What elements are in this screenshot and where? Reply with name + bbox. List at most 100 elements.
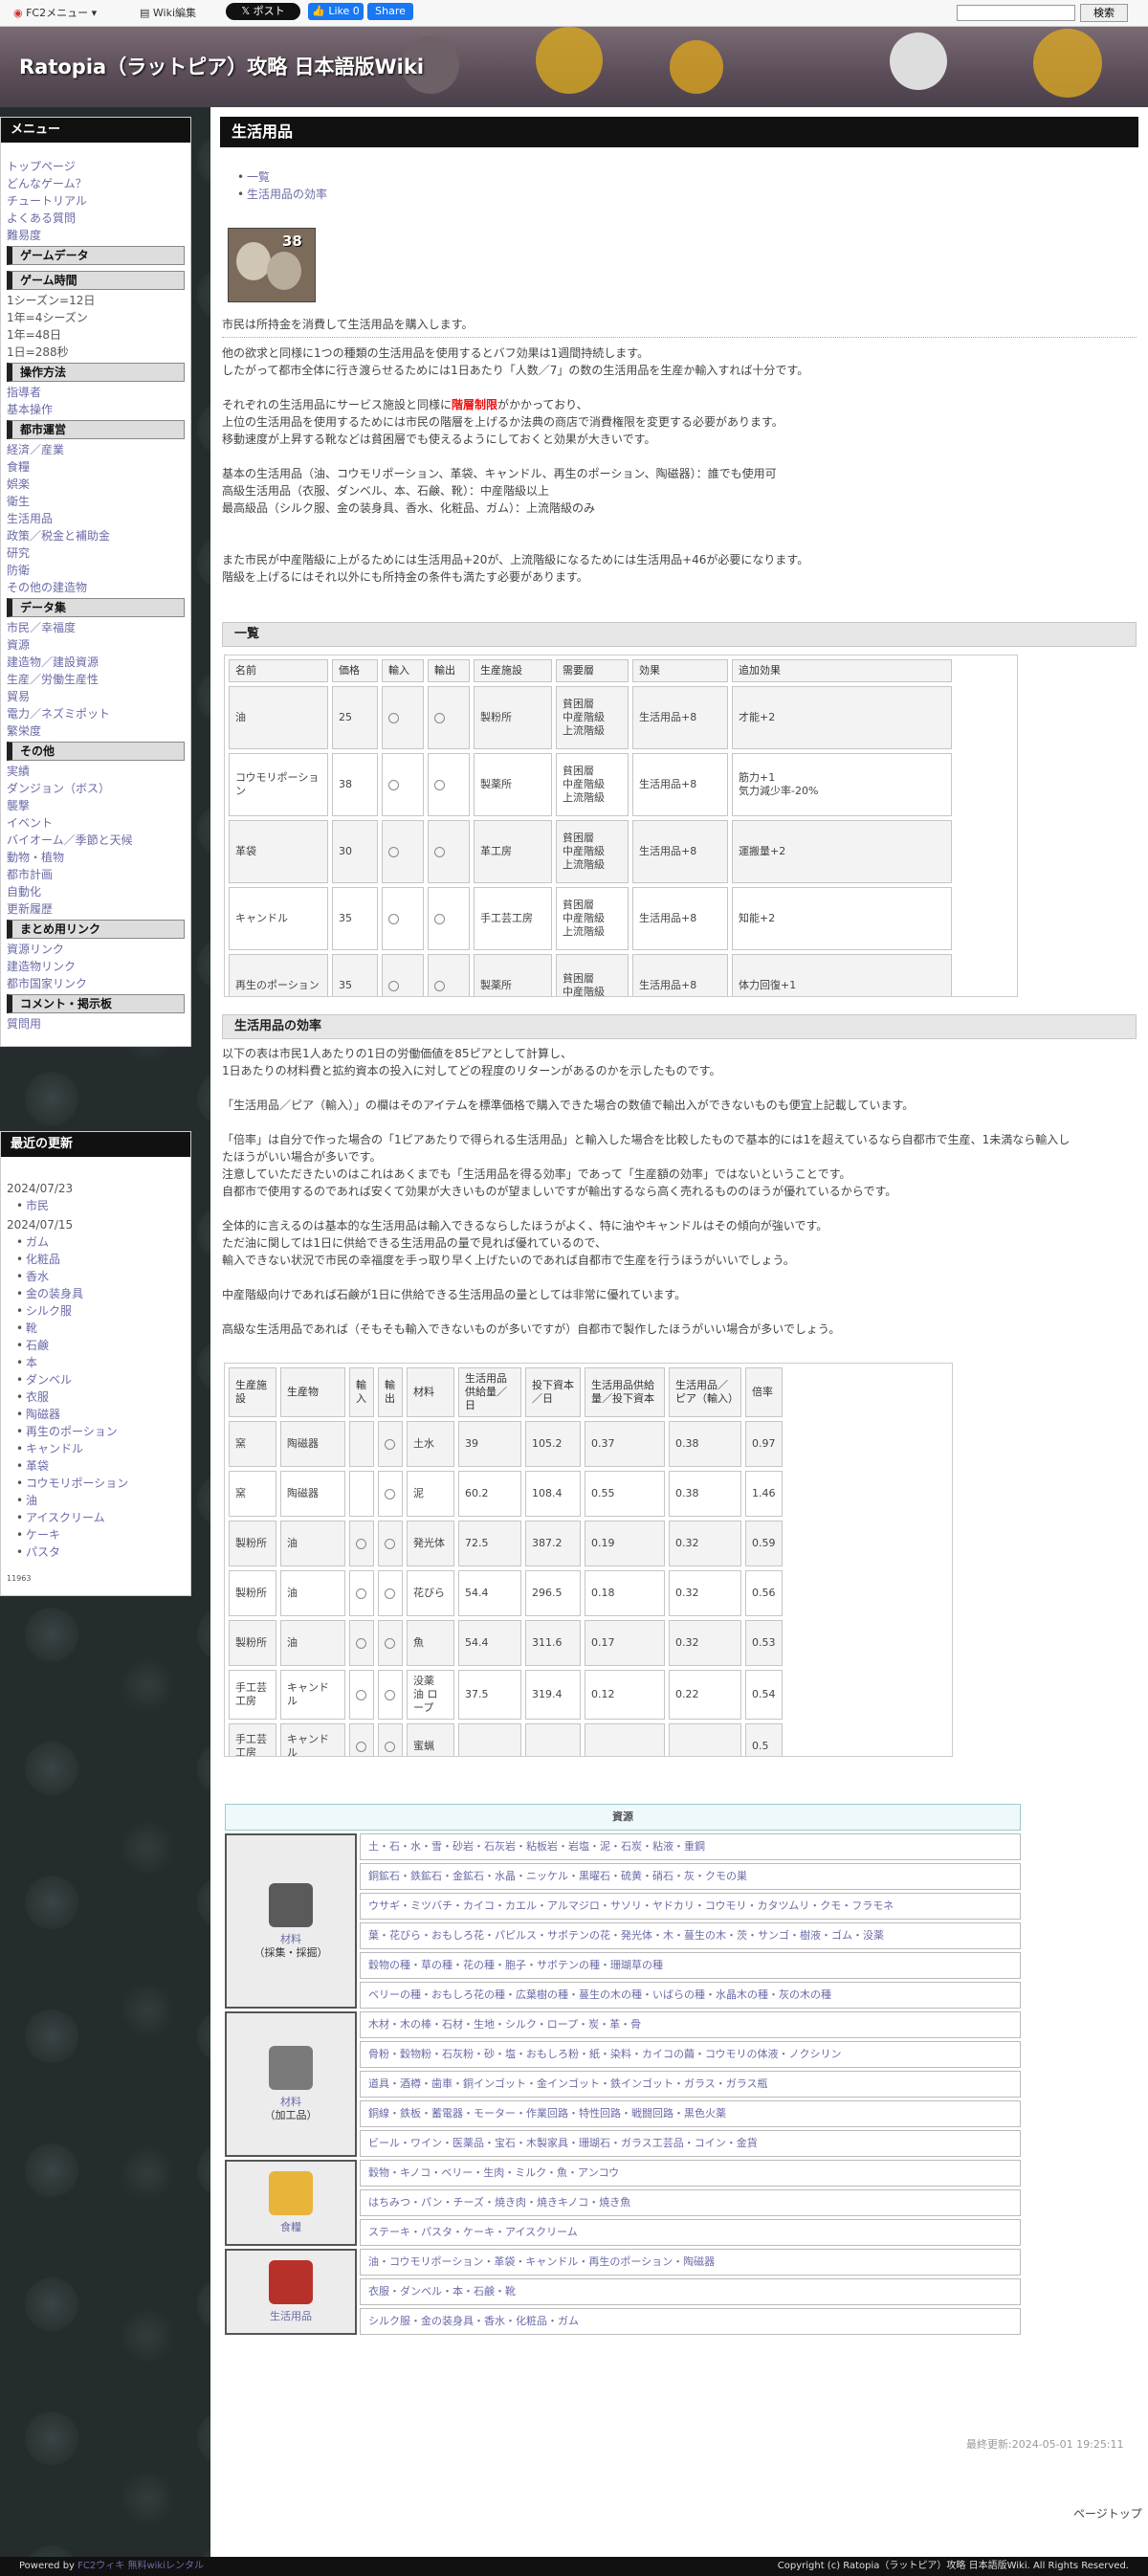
sidebar-link[interactable]: 建造物／建設資源 [7,655,99,669]
sidebar-link[interactable]: 娯楽 [7,477,30,491]
resource-links[interactable]: 土・石・水・雪・砂岩・石灰岩・粘板岩・岩塩・泥・石炭・粘液・重鋼 [360,1833,1021,1860]
facility-link[interactable]: 手工芸工房 [229,1723,276,1756]
material-link[interactable]: 没薬 油 ロープ [407,1670,454,1720]
x-post-button[interactable]: 𝕏 ポスト [226,3,300,20]
resource-links[interactable]: 木材・木の棒・石材・生地・シルク・ロープ・炭・革・骨 [360,2011,1021,2038]
sidebar-link[interactable]: 生産／労働生産性 [7,673,99,686]
sidebar-link[interactable]: 電力／ネズミポット [7,707,110,721]
search-button[interactable]: 検索 [1080,4,1128,22]
sidebar-link[interactable]: ダンジョン（ボス） [7,782,110,795]
sidebar-link[interactable]: 自動化 [7,885,41,899]
sidebar-link[interactable]: 都市計画 [7,868,53,881]
sidebar-link[interactable]: 実績 [7,765,30,778]
recent-update-link[interactable]: キャンドル [16,1442,83,1455]
wiki-edit-link[interactable]: ▤ Wiki編集 [140,6,196,21]
category-link[interactable]: 食糧 [234,2221,347,2234]
product-link[interactable]: 油 [280,1620,345,1666]
facility-link[interactable]: 製粉所 [229,1521,276,1566]
recent-update-link[interactable]: 本 [16,1356,37,1369]
product-link[interactable]: 陶磁器 [280,1471,345,1517]
material-link[interactable]: 土水 [407,1421,454,1467]
item-name-link[interactable]: 油 [229,686,328,749]
resource-links[interactable]: 銅線・鉄板・蓄電器・モーター・作業回路・特性回路・戦闘回路・黒色火薬 [360,2100,1021,2127]
sidebar-link[interactable]: 貿易 [7,690,30,703]
item-name-link[interactable]: キャンドル [229,887,328,950]
recent-update-link[interactable]: ケーキ [16,1528,60,1542]
product-link[interactable]: 陶磁器 [280,1421,345,1467]
sidebar-link[interactable]: 建造物リンク [7,960,76,973]
sidebar-link[interactable]: 難易度 [7,229,41,242]
sidebar-link[interactable]: バイオーム／季節と天候 [7,833,133,847]
site-title[interactable]: Ratopia（ラットピア）攻略 日本語版Wiki [19,52,424,80]
sidebar-link[interactable]: 衛生 [7,495,30,508]
facility-link[interactable]: 製薬所 [474,954,552,996]
material-link[interactable]: 魚 [407,1620,454,1666]
recent-update-link[interactable]: 衣服 [16,1390,49,1404]
recent-update-link[interactable]: アイスクリーム [16,1511,105,1524]
sidebar-link[interactable]: チュートリアル [7,194,87,208]
resource-links[interactable]: はちみつ・パン・チーズ・焼き肉・焼きキノコ・焼き魚 [360,2189,1021,2216]
resource-links[interactable]: 骨粉・穀物粉・石灰粉・砂・塩・おもしろ粉・紙・染料・カイコの繭・コウモリの体液・… [360,2041,1021,2068]
item-name-link[interactable]: 革袋 [229,820,328,883]
sidebar-link[interactable]: どんなゲーム？ [7,177,87,190]
recent-update-link[interactable]: 再生のポーション [16,1425,118,1438]
resource-links[interactable]: 油・コウモリポーション・革袋・キャンドル・再生のポーション・陶磁器 [360,2249,1021,2276]
sidebar-link[interactable]: 繁栄度 [7,724,41,738]
recent-update-link[interactable]: コウモリポーション [16,1477,128,1490]
recent-update-link[interactable]: シルク服 [16,1304,72,1318]
resource-links[interactable]: ステーキ・パスタ・ケーキ・アイスクリーム [360,2219,1021,2246]
resource-links[interactable]: ビール・ワイン・医薬品・宝石・木製家具・珊瑚石・ガラス工芸品・コイン・金貨 [360,2130,1021,2157]
product-link[interactable]: 油 [280,1521,345,1566]
toc-link-list[interactable]: 一覧 [237,170,270,184]
category-link[interactable]: 生活用品 [234,2310,347,2323]
recent-update-link[interactable]: ダンベル [16,1373,72,1387]
facility-link[interactable]: 製粉所 [229,1570,276,1616]
sidebar-link[interactable]: その他の建造物 [7,581,87,594]
facility-link[interactable]: 製粉所 [474,686,552,749]
resource-links[interactable]: 衣服・ダンベル・本・石鹸・靴 [360,2278,1021,2305]
facility-link[interactable]: 窯 [229,1471,276,1517]
product-link[interactable]: キャンドル [280,1670,345,1720]
facility-link[interactable]: 革工房 [474,820,552,883]
resource-links[interactable]: シルク服・金の装身具・香水・化粧品・ガム [360,2308,1021,2335]
fc2-menu[interactable]: ◉ FC2メニュー ▾ [13,6,97,21]
sidebar-link[interactable]: トップページ [7,160,76,173]
product-link[interactable]: キャンドル [280,1723,345,1756]
resource-links[interactable]: 銅鉱石・鉄鉱石・金鉱石・水晶・ニッケル・黒曜石・硫黄・硝石・灰・クモの巣 [360,1863,1021,1890]
recent-update-link[interactable]: パスタ [16,1545,60,1559]
facility-link[interactable]: 窯 [229,1421,276,1467]
material-link[interactable]: 泥 [407,1471,454,1517]
page-top-link[interactable]: ページトップ [1073,2507,1142,2520]
facility-link[interactable]: 手工芸工房 [474,887,552,950]
recent-update-link[interactable]: 市民 [16,1199,49,1212]
recent-update-link[interactable]: 化粧品 [16,1253,60,1266]
sidebar-link[interactable]: イベント [7,816,53,830]
facility-link[interactable]: 製薬所 [474,753,552,816]
sidebar-link[interactable]: 生活用品 [7,512,53,525]
material-link[interactable]: 発光体 [407,1521,454,1566]
sidebar-link[interactable]: 更新履歴 [7,902,53,916]
sidebar-link[interactable]: 経済／産業 [7,443,64,456]
facility-link[interactable]: 製粉所 [229,1620,276,1666]
fc2wiki-link[interactable]: FC2ウィキ [77,2561,124,2571]
item-name-link[interactable]: コウモリポーション [229,753,328,816]
item-name-link[interactable]: 再生のポーション [229,954,328,996]
category-link[interactable]: 材料 [234,1933,347,1946]
recent-update-link[interactable]: 靴 [16,1321,37,1335]
sidebar-link[interactable]: 質問用 [7,1017,41,1031]
resource-links[interactable]: 穀物の種・草の種・花の種・胞子・サボテンの種・珊瑚草の種 [360,1952,1021,1979]
resource-links[interactable]: ベリーの種・おもしろ花の種・広葉樹の種・蔓生の木の種・いばらの種・水晶木の種・灰… [360,1982,1021,2009]
resource-links[interactable]: 道具・酒樽・歯車・銅インゴット・金インゴット・鉄インゴット・ガラス・ガラス瓶 [360,2071,1021,2098]
list-table-scroll[interactable]: 名前 価格 輸入 輸出 生産施設 需要層 効果 追加効果油 25 製粉所 貧困層 中産階級 上流階級 生活… [224,655,1018,997]
efficiency-table-scroll[interactable]: 生産施設 生産物 輸入 輸出 材料 生活用品供給量／日 投下資本／日 生活用品供給量／投下資本… [224,1363,953,1757]
sidebar-link[interactable]: 指導者 [7,386,41,399]
sidebar-link[interactable]: 襲撃 [7,799,30,812]
recent-update-link[interactable]: ガム [16,1235,49,1249]
recent-update-link[interactable]: 金の装身具 [16,1287,83,1300]
sidebar-link[interactable]: 防衛 [7,564,30,577]
sidebar-link[interactable]: 研究 [7,546,30,560]
category-link[interactable]: 材料 [234,2096,347,2109]
rental-link[interactable]: 無料wikiレンタル [127,2561,204,2571]
sidebar-link[interactable]: 基本操作 [7,403,53,416]
sidebar-link[interactable]: よくある質問 [7,211,76,225]
